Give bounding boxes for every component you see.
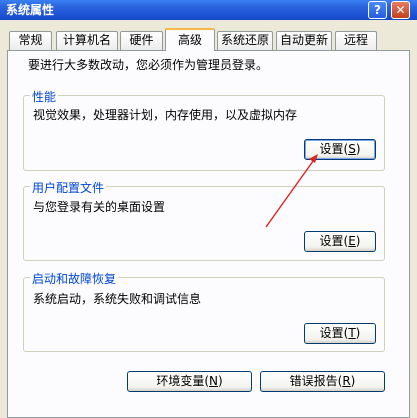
user-profiles-group-title: 用户配置文件	[30, 179, 107, 196]
startup-recovery-group-title: 启动和故障恢复	[30, 270, 119, 287]
environment-variables-label: 环境变量	[156, 374, 205, 388]
admin-notice: 要进行大多数改动，您必须作为管理员登录。	[28, 58, 269, 72]
tab-general[interactable]: 常规	[9, 31, 52, 50]
system-properties-dialog: 系统属性 ? ✕ 常规 计算机名 硬件 高级 系统还原 自动更新 远程 要进行大…	[0, 0, 417, 418]
tab-computer-name[interactable]: 计算机名	[56, 31, 118, 50]
user-profiles-settings-button[interactable]: 设置(E)	[304, 231, 376, 252]
user-profiles-settings-label: 设置	[319, 234, 344, 248]
user-profiles-description: 与您登录有关的桌面设置	[33, 200, 166, 214]
title-bar[interactable]: 系统属性	[0, 0, 417, 20]
tab-hardware[interactable]: 硬件	[120, 31, 163, 50]
help-button[interactable]: ?	[368, 1, 387, 19]
close-button[interactable]: ✕	[391, 1, 410, 19]
tab-automatic-updates[interactable]: 自动更新	[276, 31, 332, 50]
tab-remote[interactable]: 远程	[335, 31, 377, 50]
environment-variables-button[interactable]: 环境变量(N)	[127, 371, 252, 392]
tab-system-restore[interactable]: 系统还原	[217, 31, 273, 50]
performance-settings-label: 设置	[319, 142, 344, 156]
startup-recovery-settings-label: 设置	[319, 326, 344, 340]
error-reporting-label: 错误报告	[289, 374, 338, 388]
performance-description: 视觉效果，处理器计划，内存使用，以及虚拟内存	[33, 108, 298, 122]
error-reporting-button[interactable]: 错误报告(R)	[260, 371, 385, 392]
tab-advanced[interactable]: 高级	[165, 28, 215, 51]
startup-recovery-settings-button[interactable]: 设置(T)	[304, 323, 376, 344]
performance-group-title: 性能	[30, 88, 59, 105]
performance-settings-button[interactable]: 设置(S)	[304, 139, 376, 160]
startup-recovery-description: 系统启动，系统失败和调试信息	[33, 292, 202, 306]
window-title: 系统属性	[6, 3, 55, 17]
